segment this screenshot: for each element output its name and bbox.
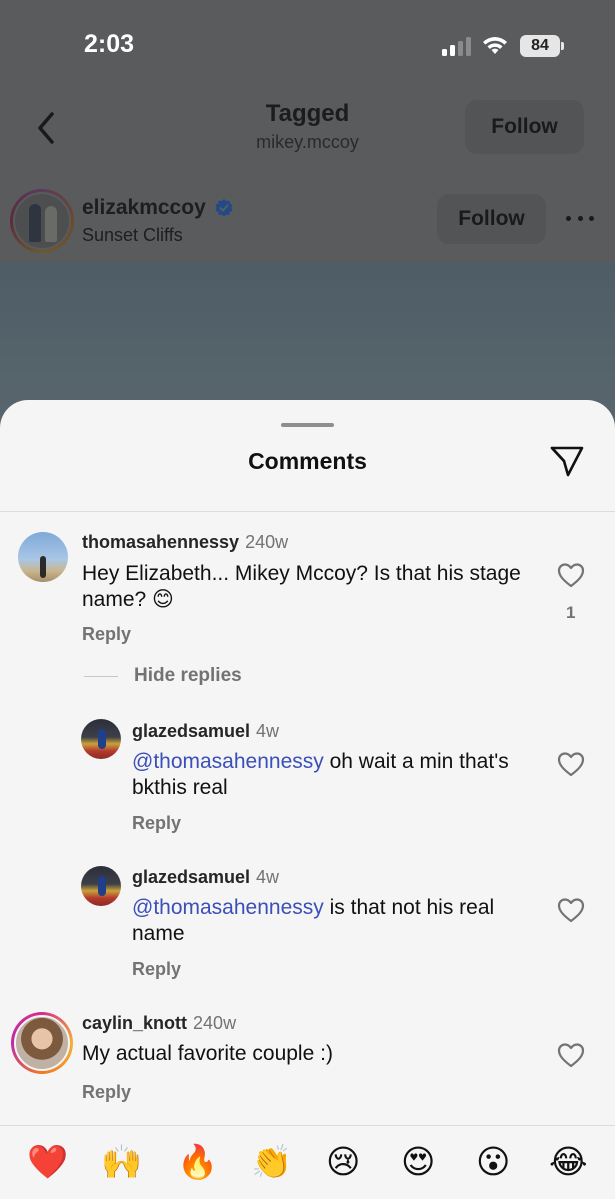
reply-button[interactable]: Reply [132,813,181,834]
comment-text: My actual favorite couple :) [82,1042,333,1065]
mention-link[interactable]: @thomasahennessy [132,750,324,773]
sheet-grabber[interactable] [281,423,334,427]
comment-text: @thomasahennessy oh wait a min that's bk… [132,749,522,801]
hide-replies-button[interactable]: Hide replies [84,665,242,687]
battery-icon: 84 [520,35,560,57]
like-heart-icon[interactable] [557,897,585,923]
comment-text: Hey Elizabeth... Mikey Mccoy? Is that hi… [82,562,521,611]
reply-button[interactable]: Reply [82,1082,131,1103]
post-author[interactable]: elizakmccoy [82,196,234,220]
emoji-fire-button[interactable]: 🔥 [177,1142,218,1182]
emoji-raised-hands-button[interactable]: 🙌 [101,1142,142,1182]
verified-badge-icon [215,199,233,217]
comment-avatar[interactable] [81,719,121,759]
comment-avatar[interactable] [81,866,121,906]
emoji-surprised-button[interactable]: 😮 [476,1142,510,1182]
status-bar: 2:03 84 [0,0,615,90]
signal-icon [442,36,472,56]
comment-username[interactable]: caylin_knott [82,1013,187,1033]
wifi-icon [483,37,507,54]
post-location[interactable]: Sunset Cliffs [82,225,183,246]
like-heart-icon[interactable] [557,562,585,588]
reply-button[interactable]: Reply [82,624,131,645]
comment-username[interactable]: glazedsamuel [132,867,250,887]
emoji-heart-eyes-button[interactable]: 😍 [401,1142,435,1182]
follow-author-button[interactable]: Follow [437,194,546,244]
comment-timestamp: 4w [256,721,280,741]
emoji-heart-button[interactable]: ❤️ [27,1142,68,1182]
more-options-icon[interactable] [566,208,594,228]
comment-avatar[interactable] [18,532,68,582]
emoji-clap-button[interactable]: 👏 [251,1142,292,1182]
divider [0,511,615,512]
like-heart-icon[interactable] [557,1042,585,1068]
reply-button[interactable]: Reply [132,959,181,980]
like-heart-icon[interactable] [557,751,585,777]
like-count: 1 [566,603,576,622]
post-username: elizakmccoy [82,196,206,219]
sheet-title: Comments [248,448,367,474]
comment-text: @thomasahennessy is that not his real na… [132,895,532,947]
comment-timestamp: 240w [193,1013,237,1033]
mention-link[interactable]: @thomasahennessy [132,896,324,919]
status-time: 2:03 [84,30,135,58]
comment-username[interactable]: glazedsamuel [132,721,250,741]
emoji-crying-button[interactable]: 😢 [326,1142,360,1182]
comment-timestamp: 4w [256,867,280,887]
post-author-avatar[interactable] [10,189,74,253]
follow-account-button[interactable]: Follow [465,100,584,154]
emoji-laughing-button[interactable]: 😂 [549,1142,588,1182]
comment-avatar[interactable] [11,1012,73,1074]
battery-nub [561,42,564,50]
avatar [13,192,71,250]
thread-line [84,675,118,677]
hide-replies-label: Hide replies [134,665,242,686]
comments-sheet: Comments thomasahennessy 240w Hey Elizabe… [0,400,615,1199]
share-icon[interactable] [549,443,585,479]
emoji-reaction-bar: ❤️ 🙌 🔥 👏 😢 😍 😮 😂 [0,1125,615,1199]
comment-username[interactable]: thomasahennessy [82,532,239,552]
comment-timestamp: 240w [245,532,289,552]
